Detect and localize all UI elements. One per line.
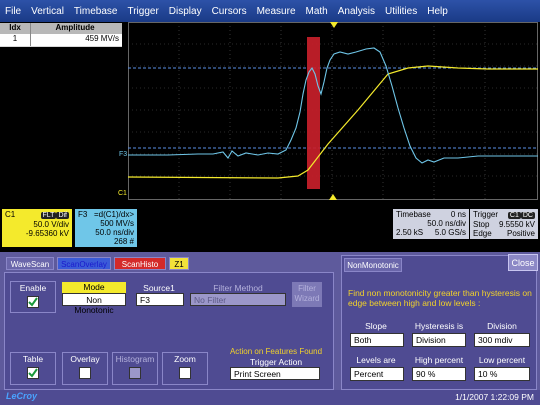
menu-item-vertical[interactable]: Vertical: [26, 6, 69, 17]
slope-select[interactable]: Both: [350, 333, 404, 347]
histogram-label: Histogram: [115, 354, 155, 364]
tab-scanhisto[interactable]: ScanHisto: [114, 257, 166, 270]
enable-checkbox[interactable]: [27, 296, 39, 308]
nonmonotonic-highlight: [307, 37, 320, 189]
enable-label: Enable: [19, 283, 47, 293]
histogram-checkbox[interactable]: [129, 367, 141, 379]
timebase-descriptor[interactable]: Timebase 0 ns 50.0 ns/div 2.50 kS 5.0 GS/s: [393, 209, 469, 239]
table-header: Idx Amplitude: [0, 23, 122, 34]
trigger-time-marker: [329, 194, 337, 200]
menu-item-math[interactable]: Math: [301, 6, 333, 17]
menu-item-file[interactable]: File: [0, 6, 26, 17]
table-checkbox[interactable]: [27, 367, 39, 379]
filter-wizard-button[interactable]: Filter Wizard: [292, 282, 322, 307]
lecroy-logo: LeCroy: [6, 391, 38, 401]
c1-tag2: Dif: [56, 212, 69, 219]
close-button[interactable]: Close: [508, 254, 538, 271]
hysteresis-select[interactable]: Division: [412, 333, 466, 347]
zoom-label: Zoom: [174, 354, 196, 364]
high-percent-input[interactable]: 90 %: [412, 367, 466, 381]
check-icon: [28, 297, 38, 307]
mode-select[interactable]: Non Monotonic: [62, 293, 126, 315]
filter-select[interactable]: No Filter: [190, 293, 286, 306]
cell-idx: 1: [0, 34, 31, 46]
cell-amplitude: 459 MV/s: [85, 34, 119, 43]
trigger-descriptor[interactable]: Trigger C1 DC Stop 9.5550 kV Edge Positive: [470, 209, 538, 239]
timebase-label: Timebase: [396, 210, 431, 219]
c1-tag: FLT: [40, 212, 57, 219]
timebase-delay: 0 ns: [450, 210, 466, 219]
trigger-mode: Stop: [473, 220, 490, 229]
division-input[interactable]: 300 mdiv: [474, 333, 530, 347]
check-icon: [28, 368, 38, 378]
tab-scanoverlay[interactable]: ScanOverlay: [57, 257, 111, 270]
menu-item-help[interactable]: Help: [422, 6, 453, 17]
tab-wavescan[interactable]: WaveScan: [6, 257, 54, 270]
table-label: Table: [22, 354, 44, 364]
nonmonotonic-description: Find non monotonicity greater than hyste…: [348, 288, 532, 308]
menu-bar: File Vertical Timebase Trigger Display Cursor…: [0, 0, 540, 22]
f3-trace: [128, 47, 538, 164]
high-percent-label: High percent: [414, 355, 464, 365]
levels-select[interactable]: Percent: [350, 367, 404, 381]
filter-method-label: Filter Method: [213, 283, 263, 293]
f3-descriptor[interactable]: F3 =d(C1)/dx> 500 MV/s 50.0 ns/div 268 #: [75, 209, 137, 247]
f3-marker-label: F3: [119, 151, 128, 158]
trigger-action-label: Trigger Action: [249, 357, 303, 367]
f3-name: F3: [78, 210, 88, 219]
overlay-checkbox[interactable]: [79, 367, 91, 379]
clock: 1/1/2007 1:22:09 PM: [455, 392, 534, 402]
table-row[interactable]: 1 459 MV/s: [0, 34, 122, 46]
measurement-table: Idx Amplitude 1 459 MV/s: [0, 23, 122, 47]
c1-vdiv: 50.0 V/div: [33, 220, 69, 229]
low-percent-label: Low percent: [478, 355, 526, 365]
levels-label: Levels are: [356, 355, 396, 365]
col-amplitude: Amplitude: [55, 23, 95, 32]
timebase-rate: 5.0 GS/s: [434, 228, 466, 237]
trigger-label: Trigger: [473, 210, 499, 219]
tab-z1[interactable]: Z1: [169, 257, 189, 270]
trigger-top-marker: [330, 22, 338, 28]
menu-item-measure[interactable]: Measure: [252, 6, 301, 17]
f3-timediv: 50.0 ns/div: [95, 228, 134, 237]
c1-trace: [128, 65, 538, 179]
f3-count: 268 #: [113, 237, 134, 246]
trigger-level: 9.5550 kV: [498, 220, 535, 229]
menu-item-trigger[interactable]: Trigger: [122, 6, 163, 17]
col-idx: Idx: [0, 23, 31, 34]
tab-nonmonotonic[interactable]: NonMonotonic: [344, 258, 402, 272]
source1-label: Source1: [143, 283, 175, 293]
source1-select[interactable]: F3: [136, 293, 184, 306]
hysteresis-label: Hysteresis is: [414, 321, 464, 331]
f3-scale: 500 MV/s: [100, 219, 134, 228]
c1-marker-label: C1: [118, 190, 127, 197]
low-percent-input[interactable]: 10 %: [474, 367, 530, 381]
menu-item-display[interactable]: Display: [164, 6, 207, 17]
slope-label: Slope: [365, 321, 387, 331]
overlay-label: Overlay: [70, 354, 100, 364]
trigger-type: Edge: [473, 229, 492, 238]
division-label: Division: [487, 321, 517, 331]
grid-lines: [128, 22, 538, 200]
f3-formula: =d(C1)/dx>: [93, 210, 134, 219]
zoom-checkbox[interactable]: [179, 367, 191, 379]
c1-name: C1: [5, 210, 16, 219]
action-label: Action on Features Found: [229, 347, 323, 356]
trigger-source-tag: C1: [507, 212, 521, 219]
mode-label: Mode: [62, 282, 126, 293]
timebase-div: 50.0 ns/div: [427, 219, 466, 228]
menu-item-utilities[interactable]: Utilities: [380, 6, 422, 17]
c1-descriptor[interactable]: C1 FLT Dif 50.0 V/div -9.65360 kV: [2, 209, 72, 247]
menu-item-cursors[interactable]: Cursors: [207, 6, 252, 17]
waveform-grid[interactable]: [128, 22, 538, 200]
timebase-samples: 2.50 kS: [396, 228, 424, 237]
trigger-slope: Positive: [506, 229, 535, 238]
trigger-action-select[interactable]: Print Screen: [230, 367, 320, 380]
menu-item-analysis[interactable]: Analysis: [333, 6, 380, 17]
trigger-coupling-tag: DC: [520, 212, 535, 219]
c1-offset: -9.65360 kV: [25, 229, 69, 238]
menu-item-timebase[interactable]: Timebase: [69, 6, 123, 17]
